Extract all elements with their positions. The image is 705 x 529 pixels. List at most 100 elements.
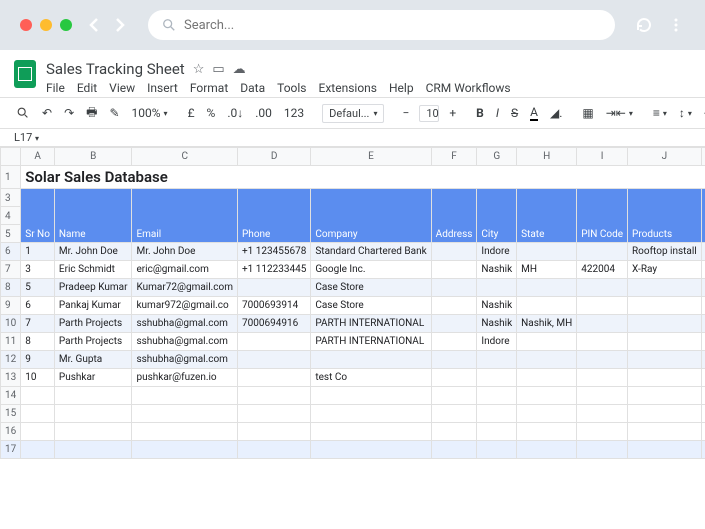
cell-name[interactable]: Pushkar — [54, 369, 132, 387]
font-select[interactable]: Defaul... ▾ — [322, 104, 384, 123]
cell-product[interactable] — [628, 369, 702, 387]
cell-address[interactable] — [431, 243, 477, 261]
empty-cell[interactable] — [628, 405, 702, 423]
empty-cell[interactable] — [517, 441, 577, 459]
empty-cell[interactable] — [701, 441, 705, 459]
cell-pin[interactable] — [577, 351, 628, 369]
column-header-C[interactable]: C — [132, 148, 238, 166]
cell-city[interactable]: Indore — [477, 243, 517, 261]
row-header[interactable]: 12 — [1, 351, 21, 369]
font-size-decrease[interactable]: − — [400, 104, 411, 122]
cell-name[interactable]: Mr. Gupta — [54, 351, 132, 369]
empty-cell[interactable] — [21, 387, 55, 405]
cell-email[interactable]: sshubha@gmal.com — [132, 333, 238, 351]
document-title[interactable]: Sales Tracking Sheet — [46, 60, 185, 78]
table-header[interactable]: Products — [628, 189, 702, 243]
cell-product[interactable]: Rooftop install — [628, 243, 702, 261]
menu-view[interactable]: View — [109, 81, 135, 95]
empty-cell[interactable] — [238, 387, 311, 405]
cell-email[interactable]: Mr. John Doe — [132, 243, 238, 261]
cell-phone[interactable]: +1 123455678 — [238, 243, 311, 261]
table-row[interactable]: 16 — [1, 423, 705, 441]
bold-icon[interactable]: B — [474, 104, 486, 122]
window-maximize[interactable] — [60, 19, 72, 31]
empty-cell[interactable] — [431, 441, 477, 459]
cell-size[interactable] — [701, 351, 705, 369]
cell-email[interactable]: kumar972@gmail.co — [132, 297, 238, 315]
empty-cell[interactable] — [477, 387, 517, 405]
empty-cell[interactable] — [238, 423, 311, 441]
row-header[interactable]: 15 — [1, 405, 21, 423]
merge-icon[interactable]: ⇥⇤ ▾ — [604, 104, 635, 122]
window-close[interactable] — [20, 19, 32, 31]
empty-cell[interactable] — [431, 423, 477, 441]
empty-cell[interactable] — [311, 441, 431, 459]
column-header-I[interactable]: I — [577, 148, 628, 166]
cell-size[interactable]: 20 — [701, 315, 705, 333]
cell-email[interactable]: eric@gmail.com — [132, 261, 238, 279]
cell-city[interactable] — [477, 279, 517, 297]
column-header-J[interactable]: J — [628, 148, 702, 166]
cell-address[interactable] — [431, 351, 477, 369]
menu-extensions[interactable]: Extensions — [319, 81, 377, 95]
empty-cell[interactable] — [238, 441, 311, 459]
search-tool-icon[interactable] — [14, 104, 32, 122]
cell-city[interactable]: Nashik — [477, 261, 517, 279]
row-header[interactable]: 10 — [1, 315, 21, 333]
cell-pin[interactable] — [577, 297, 628, 315]
column-header-A[interactable]: A — [21, 148, 55, 166]
empty-cell[interactable] — [701, 423, 705, 441]
sheets-logo-icon[interactable] — [14, 60, 36, 88]
table-header[interactable]: PIN Code — [577, 189, 628, 243]
menu-data[interactable]: Data — [240, 81, 265, 95]
cell-sr[interactable]: 7 — [21, 315, 55, 333]
cell-size[interactable]: 22 — [701, 297, 705, 315]
column-header-K[interactable]: K — [701, 148, 705, 166]
select-all-corner[interactable] — [1, 148, 21, 166]
row-header[interactable]: 13 — [1, 369, 21, 387]
empty-cell[interactable] — [577, 405, 628, 423]
empty-cell[interactable] — [517, 423, 577, 441]
cell-city[interactable] — [477, 351, 517, 369]
empty-cell[interactable] — [311, 405, 431, 423]
cell-email[interactable]: sshubha@gmal.com — [132, 351, 238, 369]
cell-product[interactable] — [628, 279, 702, 297]
cell-company[interactable]: Google Inc. — [311, 261, 431, 279]
cell-city[interactable] — [477, 369, 517, 387]
cell-phone[interactable] — [238, 279, 311, 297]
cell-product[interactable]: X-Ray — [628, 261, 702, 279]
cell-state[interactable]: Nashik, MH — [517, 315, 577, 333]
more-formats-icon[interactable]: 123 — [282, 104, 306, 122]
cell-pin[interactable] — [577, 369, 628, 387]
cell-sr[interactable]: 9 — [21, 351, 55, 369]
cell-address[interactable] — [431, 333, 477, 351]
table-row[interactable]: 96Pankaj Kumarkumar972@gmail.co700069391… — [1, 297, 705, 315]
cell-size[interactable] — [701, 333, 705, 351]
cell-name[interactable]: Eric Schmidt — [54, 261, 132, 279]
empty-cell[interactable] — [132, 387, 238, 405]
empty-cell[interactable] — [701, 405, 705, 423]
empty-cell[interactable] — [54, 387, 132, 405]
table-header[interactable]: Project Size (kW) — [701, 189, 705, 243]
empty-cell[interactable] — [628, 387, 702, 405]
cell-address[interactable] — [431, 297, 477, 315]
name-box[interactable]: L17 ▾ — [14, 131, 74, 144]
table-row[interactable]: 15 — [1, 405, 705, 423]
spreadsheet-grid[interactable]: ABCDEFGHIJKL 1Solar Sales Database3Sr No… — [0, 147, 705, 459]
cell-pin[interactable] — [577, 279, 628, 297]
cell-phone[interactable]: +1 112233445 — [238, 261, 311, 279]
cell-sr[interactable]: 3 — [21, 261, 55, 279]
empty-cell[interactable] — [477, 405, 517, 423]
cell-address[interactable] — [431, 315, 477, 333]
forward-icon[interactable] — [112, 17, 128, 33]
cell-address[interactable] — [431, 261, 477, 279]
cell-sr[interactable]: 8 — [21, 333, 55, 351]
empty-cell[interactable] — [577, 441, 628, 459]
cell-sr[interactable]: 5 — [21, 279, 55, 297]
menu-insert[interactable]: Insert — [147, 81, 178, 95]
menu-tools[interactable]: Tools — [277, 81, 306, 95]
cell-company[interactable]: PARTH INTERNATIONAL — [311, 315, 431, 333]
table-row[interactable]: 1310Pushkarpushkar@fuzen.iotest Co2525,0… — [1, 369, 705, 387]
row-header[interactable]: 6 — [1, 243, 21, 261]
font-size-input[interactable]: 10 — [419, 105, 439, 122]
